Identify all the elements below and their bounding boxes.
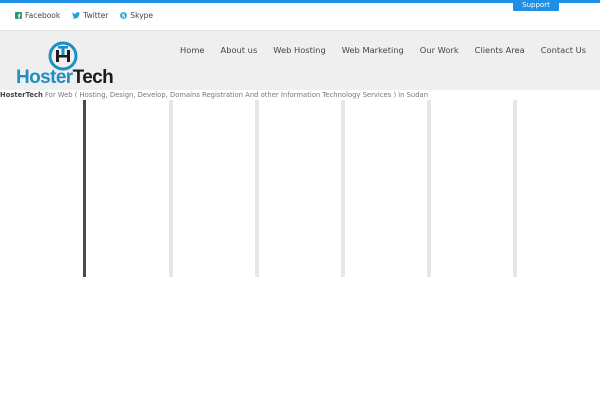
site-tagline: HosterTech For Web ( Hosting, Design, De… (0, 90, 428, 100)
social-links: Facebook Twitter S Skype (15, 11, 153, 20)
facebook-label: Facebook (25, 11, 61, 20)
site-logo[interactable]: HosterTech (16, 41, 116, 89)
nav-web-marketing[interactable]: Web Marketing (334, 43, 412, 57)
tagline-text: For Web ( Hosting, Design, Develop, Doma… (42, 91, 429, 99)
tagline-brand: HosterTech (0, 91, 43, 99)
site-header: HosterTech Home About us Web Hosting Web… (0, 30, 600, 90)
nav-web-hosting[interactable]: Web Hosting (265, 43, 333, 57)
skype-link[interactable]: S Skype (120, 11, 153, 20)
nav-about-us[interactable]: About us (213, 43, 266, 57)
svg-text:S: S (122, 13, 126, 19)
top-bar: Facebook Twitter S Skype (0, 3, 600, 30)
column-divider (169, 100, 173, 277)
facebook-icon (15, 12, 22, 19)
skype-label: Skype (130, 11, 154, 20)
column-divider (513, 100, 517, 277)
column-divider (83, 100, 86, 277)
logo-text-hoster: Hoster (16, 67, 73, 88)
twitter-icon (72, 12, 81, 19)
column-divider (427, 100, 431, 277)
support-button[interactable]: Support (513, 0, 559, 11)
facebook-link[interactable]: Facebook (15, 11, 60, 20)
nav-home[interactable]: Home (172, 43, 213, 57)
twitter-link[interactable]: Twitter (72, 11, 108, 20)
logo-wordmark: HosterTech (16, 67, 114, 88)
skype-icon: S (120, 12, 128, 19)
column-divider (341, 100, 345, 277)
nav-clients-area[interactable]: Clients Area (467, 43, 533, 57)
twitter-label: Twitter (83, 11, 109, 20)
column-divider (255, 100, 259, 277)
nav-our-work[interactable]: Our Work (412, 43, 467, 57)
logo-text-tech: Tech (72, 67, 114, 88)
main-nav: Home About us Web Hosting Web Marketing … (172, 43, 594, 57)
nav-contact-us[interactable]: Contact Us (533, 43, 594, 57)
content-columns (0, 100, 600, 277)
